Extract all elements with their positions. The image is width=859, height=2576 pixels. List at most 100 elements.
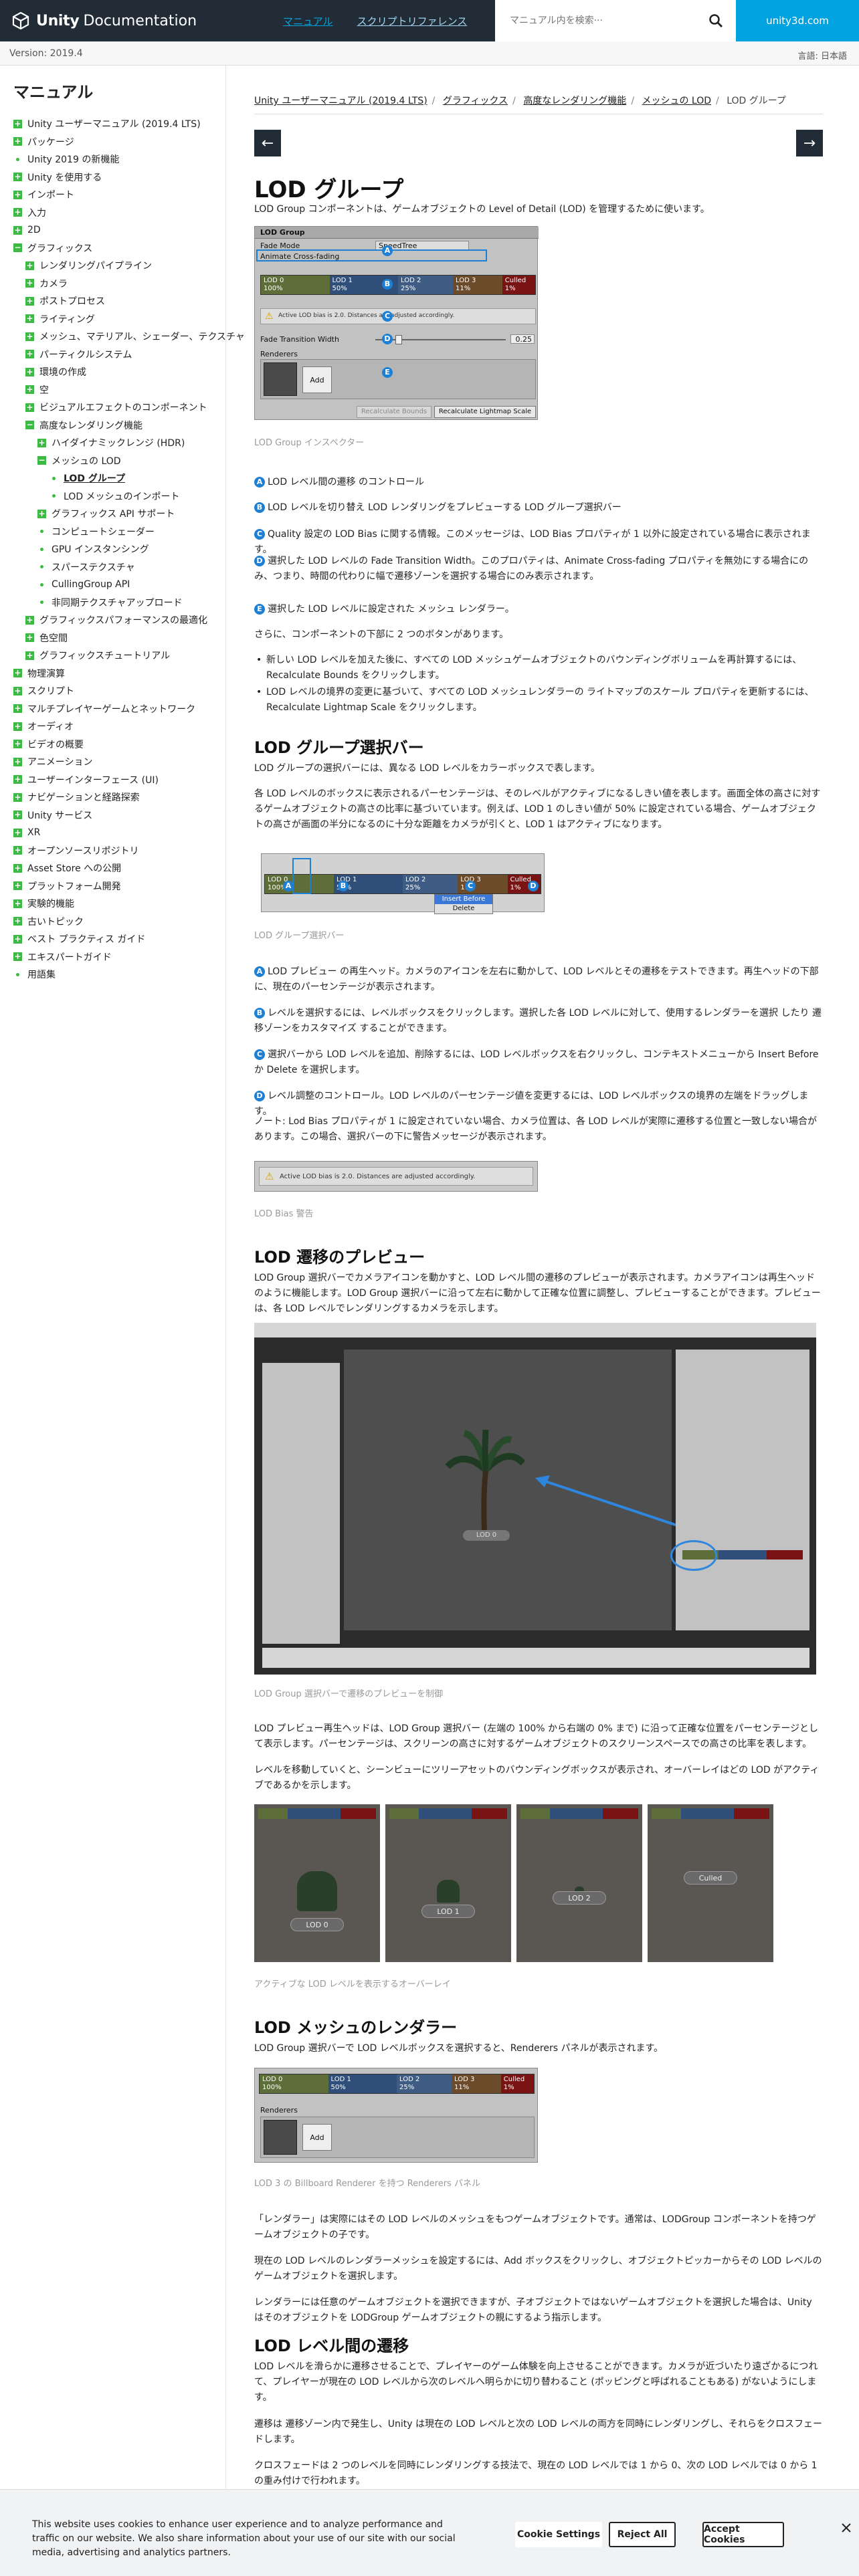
sidebar-item[interactable]: + マルチプレイヤーゲームとネットワーク xyxy=(0,700,226,718)
sidebar-item[interactable]: + ビデオの概要 xyxy=(0,736,226,754)
collapse-icon[interactable]: − xyxy=(13,243,22,253)
bullet-icon[interactable] xyxy=(50,492,58,500)
sidebar-item[interactable]: + オーディオ xyxy=(0,718,226,736)
sidebar-item[interactable]: Unity 2019 の新機能 xyxy=(0,150,226,169)
search-icon[interactable] xyxy=(708,13,724,29)
sidebar-item[interactable]: 非同期テクスチャアップロード xyxy=(0,594,226,612)
sidebar-item[interactable]: + ユーザーインターフェース (UI) xyxy=(0,771,226,789)
sidebar-item[interactable]: + パーティクルシステム xyxy=(0,346,226,364)
expand-icon[interactable]: + xyxy=(13,811,22,820)
sidebar-item[interactable]: + グラフィックスパフォーマンスの最適化 xyxy=(0,611,226,629)
sidebar-item[interactable]: + Unity を使用する xyxy=(0,169,226,187)
close-icon[interactable] xyxy=(840,2522,852,2534)
expand-icon[interactable]: + xyxy=(13,686,22,695)
expand-icon[interactable]: + xyxy=(25,615,34,625)
bullet-icon[interactable] xyxy=(50,474,58,483)
expand-icon[interactable]: + xyxy=(13,119,22,128)
next-page-button[interactable]: → xyxy=(796,130,823,156)
sidebar-item[interactable]: 用語集 xyxy=(0,966,226,984)
expand-icon[interactable]: + xyxy=(13,792,22,802)
sidebar-item[interactable]: + ライティング xyxy=(0,310,226,328)
sidebar-item[interactable]: + ハイダイナミックレンジ (HDR) xyxy=(0,434,226,452)
tab-manual[interactable]: マニュアル xyxy=(271,0,345,41)
expand-icon[interactable]: + xyxy=(13,137,22,146)
expand-icon[interactable]: + xyxy=(25,261,34,270)
version-label[interactable]: Version: 2019.4 xyxy=(9,48,83,59)
sidebar-item[interactable]: + 入力 xyxy=(0,204,226,222)
expand-icon[interactable]: + xyxy=(25,367,34,377)
expand-icon[interactable]: + xyxy=(37,438,46,447)
bullet-icon[interactable] xyxy=(37,562,46,571)
expand-icon[interactable]: + xyxy=(25,350,34,359)
sidebar-item[interactable]: − グラフィックス xyxy=(0,239,226,257)
bullet-icon[interactable] xyxy=(37,527,46,536)
expand-icon[interactable]: + xyxy=(25,385,34,395)
sidebar-item[interactable]: + スクリプト xyxy=(0,682,226,700)
expand-icon[interactable]: + xyxy=(13,208,22,217)
sidebar-item[interactable]: + 物理演算 xyxy=(0,665,226,683)
sidebar-item[interactable]: + ポストプロセス xyxy=(0,292,226,310)
sidebar-item[interactable]: + Unity ユーザーマニュアル (2019.4 LTS) xyxy=(0,115,226,133)
unity-site-link[interactable]: unity3d.com xyxy=(736,0,859,41)
expand-icon[interactable]: + xyxy=(13,934,22,944)
sidebar-item[interactable]: − メッシュの LOD xyxy=(0,452,226,470)
expand-icon[interactable]: + xyxy=(13,846,22,855)
previous-page-button[interactable]: ← xyxy=(254,130,281,156)
sidebar-item[interactable]: + インポート xyxy=(0,186,226,204)
language-selector[interactable]: 言語: 日本語 xyxy=(797,49,847,62)
expand-icon[interactable]: + xyxy=(25,332,34,341)
breadcrumb-item[interactable]: グラフィックス xyxy=(443,96,508,106)
sidebar-item[interactable]: + エキスパートガイド xyxy=(0,948,226,966)
sidebar-item[interactable]: + プラットフォーム開発 xyxy=(0,877,226,895)
sidebar-item[interactable]: + 空 xyxy=(0,381,226,399)
expand-icon[interactable]: + xyxy=(13,899,22,908)
expand-icon[interactable]: + xyxy=(13,669,22,678)
sidebar-item[interactable]: + グラフィックスチュートリアル xyxy=(0,647,226,665)
sidebar-item[interactable]: + Asset Store への公開 xyxy=(0,859,226,877)
expand-icon[interactable]: + xyxy=(13,740,22,749)
sidebar-item[interactable]: + ビジュアルエフェクトのコンポーネント xyxy=(0,399,226,417)
expand-icon[interactable]: + xyxy=(25,403,34,412)
sidebar-item[interactable]: + XR xyxy=(0,824,226,842)
reject-all-button[interactable]: Reject All xyxy=(609,2522,676,2547)
cookie-settings-button[interactable]: Cookie Settings xyxy=(515,2522,602,2547)
unity-logo[interactable]: Unity Documentation xyxy=(12,9,197,32)
collapse-icon[interactable]: − xyxy=(37,456,46,465)
expand-icon[interactable]: + xyxy=(13,757,22,766)
expand-icon[interactable]: + xyxy=(25,651,34,660)
breadcrumb-item[interactable]: Unity ユーザーマニュアル (2019.4 LTS) xyxy=(254,96,427,106)
accept-cookies-button[interactable]: Accept Cookies xyxy=(702,2522,784,2547)
sidebar-item[interactable]: + レンダリングパイプライン xyxy=(0,257,226,275)
expand-icon[interactable]: + xyxy=(13,828,22,837)
sidebar-item[interactable]: + 実験的機能 xyxy=(0,895,226,913)
tab-scripting-reference[interactable]: スクリプトリファレンス xyxy=(345,0,480,41)
expand-icon[interactable]: + xyxy=(13,190,22,199)
expand-icon[interactable]: + xyxy=(37,509,46,518)
sidebar-item[interactable]: + 古いトピック xyxy=(0,913,226,931)
sidebar-item[interactable]: GPU インスタンシング xyxy=(0,540,226,558)
bullet-icon[interactable] xyxy=(13,970,22,979)
sidebar-item[interactable]: + アニメーション xyxy=(0,753,226,771)
search-input[interactable] xyxy=(510,11,697,31)
expand-icon[interactable]: + xyxy=(25,279,34,288)
sidebar-item[interactable]: + Unity サービス xyxy=(0,807,226,825)
bullet-icon[interactable] xyxy=(37,580,46,589)
sidebar-item[interactable]: + 環境の作成 xyxy=(0,363,226,381)
breadcrumb-item[interactable]: 高度なレンダリング機能 xyxy=(523,96,626,106)
collapse-icon[interactable]: − xyxy=(25,421,34,430)
expand-icon[interactable]: + xyxy=(13,881,22,891)
expand-icon[interactable]: + xyxy=(25,633,34,643)
sidebar-item[interactable]: LOD グループ xyxy=(0,469,226,488)
expand-icon[interactable]: + xyxy=(13,173,22,182)
expand-icon[interactable]: + xyxy=(13,225,22,235)
sidebar-item[interactable]: + ナビゲーションと経路探索 xyxy=(0,788,226,807)
sidebar-item[interactable]: + カメラ xyxy=(0,275,226,293)
bullet-icon[interactable] xyxy=(37,545,46,554)
expand-icon[interactable]: + xyxy=(13,917,22,926)
sidebar-item[interactable]: + グラフィックス API サポート xyxy=(0,505,226,523)
expand-icon[interactable]: + xyxy=(13,775,22,784)
breadcrumb-item[interactable]: メッシュの LOD xyxy=(642,96,711,106)
sidebar-item[interactable]: +2D xyxy=(0,221,226,239)
expand-icon[interactable]: + xyxy=(25,314,34,324)
expand-icon[interactable]: + xyxy=(13,952,22,962)
